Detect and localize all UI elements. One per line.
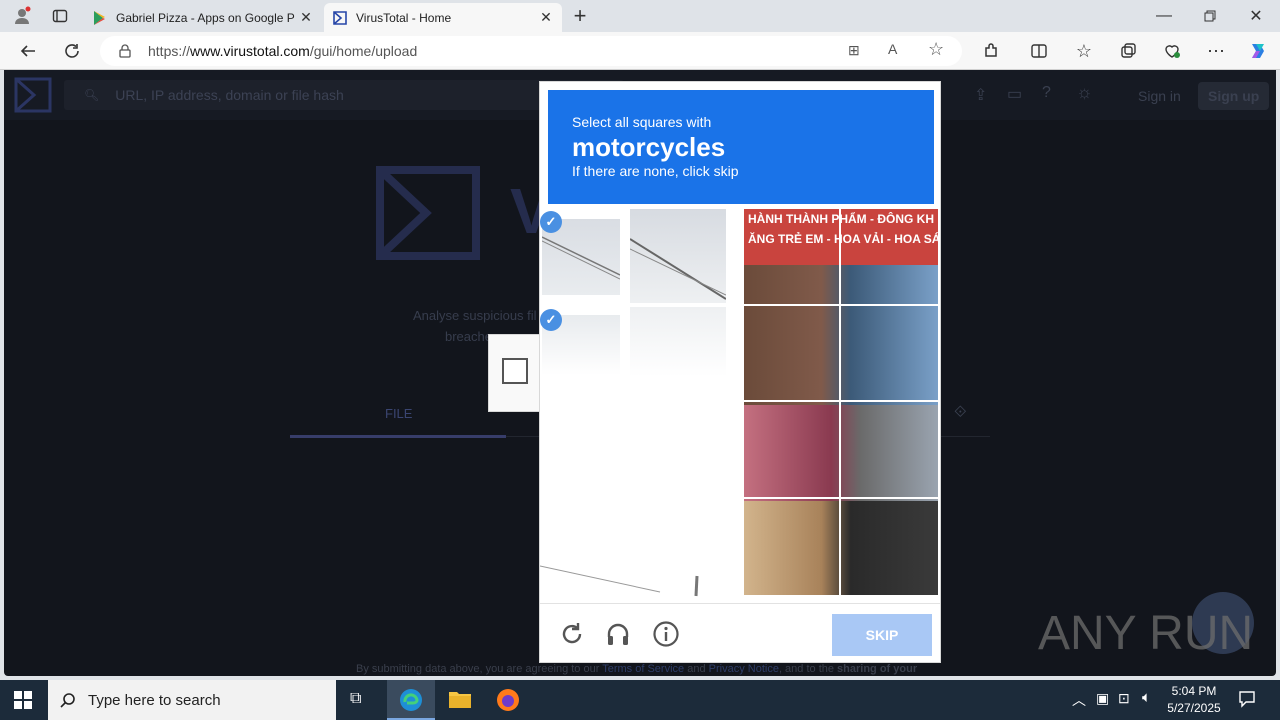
selected-check-icon: ✓ [540, 211, 562, 233]
show-hidden-icons[interactable]: ︿ [1072, 690, 1086, 710]
anyrun-watermark: ANY RUN [1038, 607, 1254, 660]
search-icon [60, 693, 75, 708]
copilot-icon[interactable] [1242, 35, 1274, 67]
footer-text-c: sharing of your [837, 663, 918, 675]
tab-virustotal[interactable]: VirusTotal - Home ✕ [324, 3, 562, 32]
search-icon: 🔍︎ [84, 88, 100, 102]
captcha-tile[interactable] [744, 306, 840, 401]
footer-text-b: , and to the [778, 663, 834, 675]
tab-title: Gabriel Pizza - Apps on Google P [116, 10, 295, 25]
close-tab-icon[interactable]: ✕ [538, 9, 554, 26]
info-icon[interactable] [652, 620, 680, 648]
tab-bar: Gabriel Pizza - Apps on Google P ✕ Virus… [0, 0, 1280, 32]
audio-challenge-icon[interactable] [604, 620, 632, 648]
tab-search-icon[interactable]: ⟐ [954, 404, 967, 422]
clock-time: 5:04 PM [1171, 684, 1217, 698]
theme-icon[interactable]: ☼ [1076, 82, 1093, 103]
virustotal-logo-icon[interactable] [14, 77, 52, 113]
file-explorer-icon[interactable] [448, 688, 472, 715]
tab-google-play[interactable]: Gabriel Pizza - Apps on Google P ✕ [84, 3, 322, 32]
tab-file[interactable]: FILE [385, 406, 412, 421]
read-aloud-icon[interactable]: A [888, 41, 897, 57]
tab-actions-icon[interactable] [44, 0, 76, 32]
google-play-icon [94, 10, 105, 25]
virustotal-big-logo [376, 166, 480, 260]
search-placeholder: URL, IP address, domain or file hash [115, 87, 344, 103]
captcha-tile[interactable] [841, 306, 938, 401]
clock-date: 5/27/2025 [1167, 701, 1221, 715]
tagline-line1: Analyse suspicious fil [413, 308, 537, 323]
address-bar[interactable]: https://www.virustotal.com/gui/home/uplo… [100, 36, 962, 66]
selected-check-icon: ✓ [540, 309, 562, 331]
captcha-skip-hint: If there are none, click skip [572, 163, 739, 179]
favorites-icon[interactable]: ☆ [1068, 35, 1100, 67]
browser-essentials-icon[interactable] [1156, 35, 1188, 67]
captcha-instruction: Select all squares with [572, 114, 712, 130]
upload-icon[interactable]: ⇪ [974, 85, 987, 105]
minimize-icon[interactable]: — [1148, 0, 1180, 32]
captcha-challenge: Select all squares with motorcycles If t… [539, 81, 941, 663]
captcha-tile[interactable] [841, 209, 938, 305]
notification-center-icon[interactable] [1238, 690, 1256, 713]
task-view-icon[interactable]: ⧉ [350, 690, 361, 708]
reload-icon[interactable] [558, 620, 586, 648]
sign-in-link[interactable]: Sign in [1138, 88, 1181, 104]
notifications-icon[interactable]: ▭ [1007, 84, 1022, 104]
footer-and: and [687, 663, 706, 675]
extensions-icon[interactable] [975, 35, 1007, 67]
skip-button[interactable]: SKIP [832, 614, 932, 656]
captcha-target-object: motorcycles [572, 132, 726, 162]
firefox-icon[interactable] [496, 688, 520, 717]
new-tab-icon[interactable]: + [564, 0, 596, 32]
start-icon[interactable] [14, 691, 32, 714]
collections-icon[interactable] [1112, 35, 1144, 67]
captcha-tile[interactable] [630, 209, 726, 303]
device-icon[interactable]: ▣ [1096, 690, 1109, 707]
captcha-footer: SKIP [540, 603, 940, 663]
refresh-icon[interactable] [56, 35, 88, 67]
url-prefix: https:// [148, 43, 191, 59]
footer-text-a: By submitting data above, you are agreei… [356, 663, 600, 675]
help-icon[interactable]: ? [1042, 84, 1051, 102]
captcha-tile[interactable] [744, 499, 840, 595]
terms-link[interactable]: Terms of Service [602, 663, 684, 675]
edge-taskbar-icon[interactable] [387, 680, 435, 720]
url-host: www.virustotal.com [190, 43, 310, 59]
taskbar-search-placeholder: Type here to search [88, 691, 221, 709]
tagline-line2: breache [445, 329, 492, 344]
taskbar: Type here to search ⧉ ︿ ▣ ⊡ 🔈︎ 5:04 PM 5… [0, 680, 1280, 720]
split-screen-icon[interactable] [1023, 35, 1055, 67]
captcha-tile-fragment [540, 565, 699, 597]
url-path: /gui/home/upload [309, 43, 418, 59]
network-icon[interactable]: ⊡ [1118, 690, 1130, 707]
close-tab-icon[interactable]: ✕ [298, 9, 314, 26]
favorite-icon[interactable]: ☆ [928, 39, 944, 60]
captcha-tile[interactable] [744, 402, 840, 498]
tab-title: VirusTotal - Home [356, 10, 452, 25]
close-window-icon[interactable]: ✕ [1240, 0, 1272, 32]
lock-icon [119, 44, 131, 58]
captcha-checkbox-widget [488, 334, 540, 412]
address-toolbar: https://www.virustotal.com/gui/home/uplo… [0, 32, 1280, 70]
more-menu-icon[interactable]: ⋯ [1200, 35, 1232, 67]
taskbar-clock[interactable]: 5:04 PM 5/27/2025 [1162, 683, 1226, 717]
virustotal-icon [333, 10, 347, 25]
sign-up-button[interactable]: Sign up [1198, 82, 1270, 110]
captcha-tile[interactable] [744, 209, 840, 305]
privacy-link[interactable]: Privacy Notice [709, 663, 779, 675]
footer-note: By submitting data above, you are agreei… [356, 663, 917, 675]
captcha-tile[interactable] [630, 307, 726, 377]
captcha-tile[interactable] [841, 402, 938, 498]
captcha-grid: HÀNH THÀNH PHẨM - ĐÔNG KH ĂNG TRẺ EM - HO… [744, 209, 938, 595]
captcha-header: Select all squares with motorcycles If t… [548, 90, 934, 204]
restore-icon[interactable] [1194, 0, 1226, 32]
back-icon[interactable] [12, 35, 44, 67]
captcha-checkbox[interactable] [502, 358, 528, 384]
taskbar-search-input[interactable]: Type here to search [48, 680, 336, 720]
volume-icon[interactable]: 🔈︎ [1142, 689, 1151, 706]
file-tab-underline [290, 435, 506, 438]
captcha-tile[interactable] [841, 499, 938, 595]
app-available-icon[interactable]: ⊞ [848, 42, 860, 59]
profile-icon[interactable] [6, 0, 38, 32]
